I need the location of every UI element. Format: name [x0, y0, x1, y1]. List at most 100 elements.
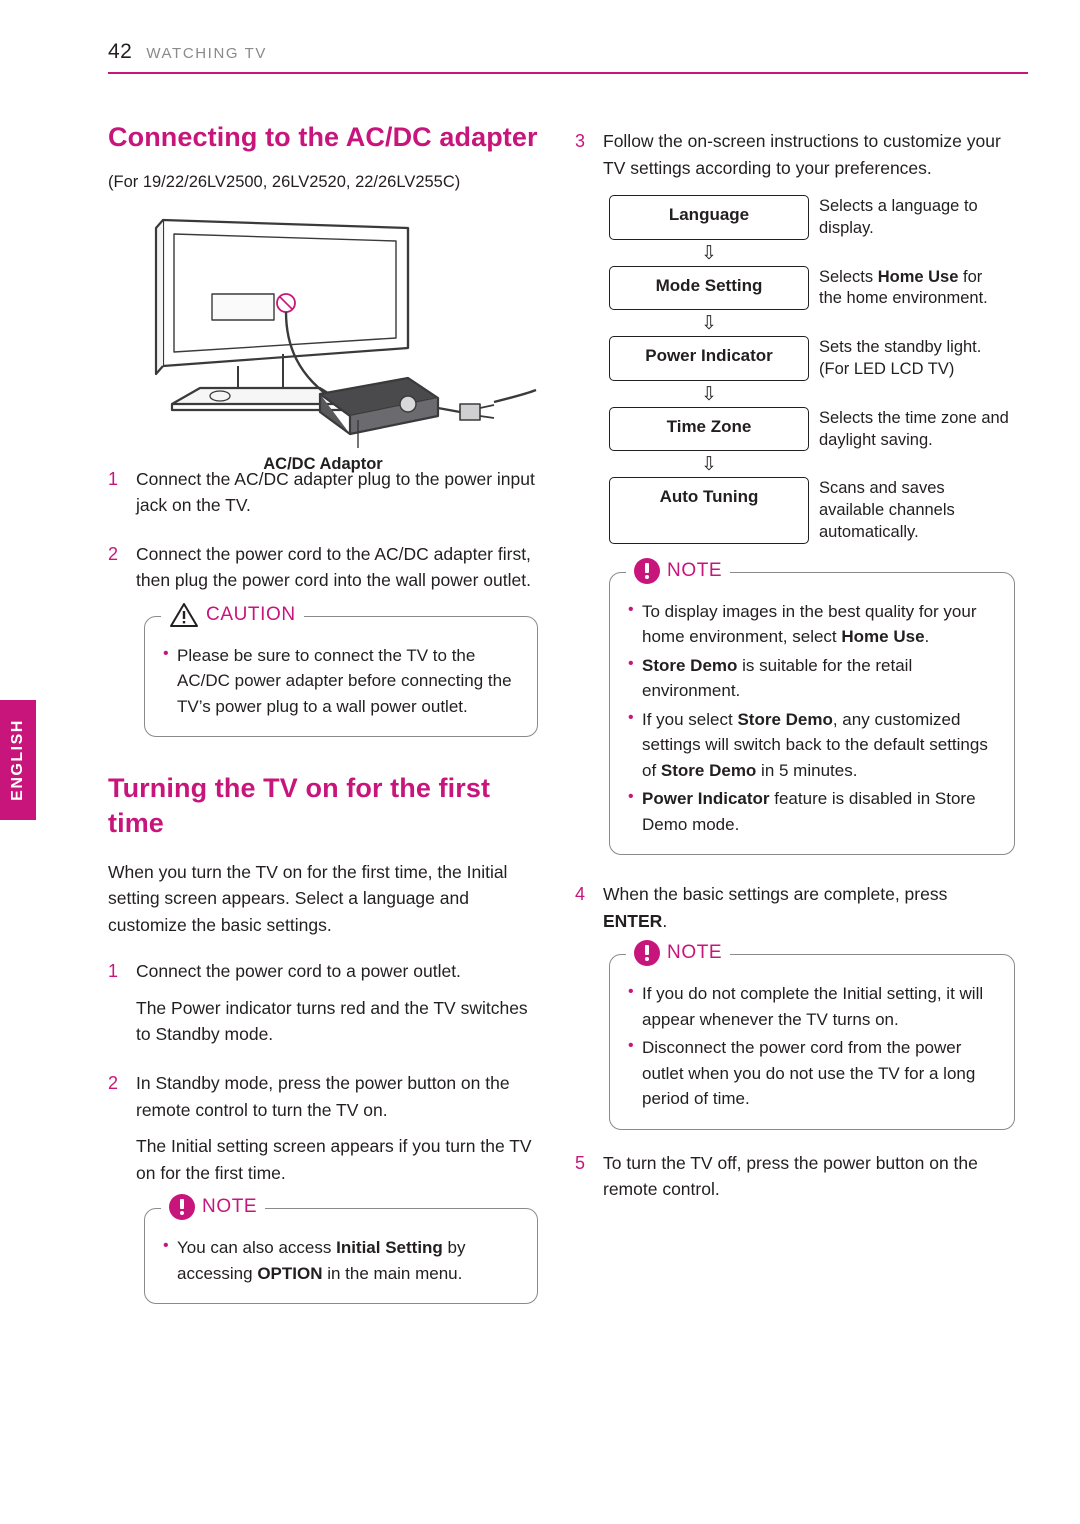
flow-desc-power-indicator: Sets the standby light. (For LED LCD TV) — [819, 338, 982, 379]
step-4-pre: When the basic settings are complete, pr… — [603, 884, 948, 905]
step-on-1-text-a: Connect the power cord to a power outlet… — [136, 961, 461, 982]
language-tab-label: ENGLISH — [9, 719, 26, 801]
step-3-text: Follow the on-screen instructions to cus… — [603, 131, 1001, 178]
flow-box-auto-tuning: Auto Tuning — [609, 477, 809, 544]
note-box-right-1: NOTE To display images in the best quali… — [609, 557, 1015, 856]
model-list: (For 19/22/26LV2500, 26LV2520, 22/26LV25… — [108, 172, 461, 191]
note-right-2-bullets: If you do not complete the Initial setti… — [628, 980, 996, 1112]
note-right-1-bullet-2: Store Demo is suitable for the retail en… — [628, 652, 996, 704]
flow-desc-auto-tuning: Scans and saves available channels autom… — [819, 479, 955, 541]
caution-bullets: Please be sure to connect the TV to the … — [163, 642, 519, 720]
flow-box-power-indicator: Power Indicator — [609, 336, 809, 381]
note-box-left: NOTE You can also access Initial Setting… — [144, 1194, 538, 1305]
flow-item-power-indicator: Power Indicator Sets the standby light. … — [609, 336, 1009, 381]
note-left-b1-bold2: OPTION — [257, 1263, 323, 1283]
note-left-label: NOTE — [202, 1196, 258, 1218]
flow-box-language: Language — [609, 195, 809, 240]
step-on-2: 2 In Standby mode, press the power butto… — [108, 1070, 538, 1186]
note-left-legend: NOTE — [161, 1194, 266, 1221]
step-3-number: 3 — [575, 131, 586, 151]
note-right-1-legend: NOTE — [626, 557, 731, 584]
step-on-2-text-b: The Initial setting screen appears if yo… — [136, 1136, 532, 1183]
step-2-text: Connect the power cord to the AC/DC adap… — [136, 543, 531, 591]
step-4-post: . — [662, 910, 668, 931]
note-right-1-bullet-1: To display images in the best quality fo… — [628, 598, 996, 650]
note-icon — [634, 557, 660, 584]
step-on-1: 1 Connect the power cord to a power outl… — [108, 958, 538, 1048]
section-title: WATCHING TV — [146, 45, 268, 62]
b3-p0: If you select — [642, 709, 738, 729]
note-right-1-label: NOTE — [667, 559, 723, 581]
note-left-b1-bold1: Initial Setting — [336, 1238, 443, 1258]
note-box-right-2: NOTE If you do not complete the Initial … — [609, 940, 1015, 1130]
caution-bullet-1: Please be sure to connect the TV to the … — [163, 642, 519, 720]
flow-item-language: Language Selects a language to display. — [609, 195, 1009, 240]
note-right-1-bullet-3: If you select Store Demo, any customized… — [628, 706, 996, 784]
b3-p4: in 5 minutes. — [756, 760, 858, 780]
note-left-b1-post: in the main menu. — [322, 1263, 463, 1283]
b2-p0: Store Demo — [642, 655, 738, 675]
note-icon — [169, 1194, 195, 1221]
step-on-1-number: 1 — [108, 961, 119, 982]
tv-adapter-illustration: AC/DC Adaptor — [108, 198, 538, 473]
turning-on-intro: When you turn the TV on for the first ti… — [108, 861, 508, 935]
flow-desc-language: Selects a language to display. — [819, 197, 978, 237]
flow-item-mode-setting: Mode Setting Selects Home Use for the ho… — [609, 265, 1009, 311]
note-left-bullet-1: You can also access Initial Setting by a… — [163, 1234, 519, 1286]
header-rule — [108, 72, 1028, 74]
note-right-2-bullet-2: Disconnect the power cord from the power… — [628, 1034, 996, 1112]
step-4: 4 When the basic settings are complete, … — [575, 881, 1015, 934]
flow-desc-mode-setting: Selects Home Use for the home environmen… — [809, 266, 1009, 311]
caution-box: CAUTION Please be sure to connect the TV… — [144, 601, 538, 738]
flow-desc-mode-bold: Home Use — [877, 267, 959, 286]
note-icon — [634, 940, 660, 967]
flow-desc-time-zone: Selects the time zone and daylight savin… — [819, 408, 1009, 449]
b1-p1: Home Use — [841, 627, 925, 647]
flow-item-time-zone: Time Zone Selects the time zone and dayl… — [609, 406, 1009, 452]
warning-triangle-icon — [170, 602, 198, 627]
heading-turning-on: Turning the TV on for the first time — [108, 773, 491, 838]
b3-p3: Store Demo — [660, 760, 757, 780]
figure-caption: AC/DC Adaptor — [263, 454, 383, 473]
flow-arrow-1: ⇩ — [701, 242, 717, 264]
caution-legend: CAUTION — [161, 601, 304, 628]
step-2-number: 2 — [108, 543, 119, 564]
b1-p2: . — [924, 627, 930, 647]
step-2: 2 Connect the power cord to the AC/DC ad… — [108, 541, 538, 594]
manual-page: 42 WATCHING TV ENGLISH Connecting to the… — [0, 0, 1080, 1524]
right-column: 3 Follow the on-screen instructions to c… — [575, 128, 1015, 1203]
step-4-bold: ENTER — [603, 910, 663, 931]
b4-p0: Power Indicator — [642, 789, 770, 809]
flow-box-time-zone: Time Zone — [609, 406, 809, 452]
flow-arrow-4: ⇩ — [701, 454, 717, 476]
step-5-number: 5 — [575, 1152, 586, 1173]
left-column: Connecting to the AC/DC adapter (For 19/… — [108, 120, 538, 1305]
note-right-2-legend: NOTE — [626, 940, 731, 967]
note-left-b1-pre: You can also access — [177, 1238, 337, 1258]
step-5-text: To turn the TV off, press the power butt… — [603, 1152, 978, 1200]
page-number: 42 — [108, 40, 133, 63]
flow-arrow-2: ⇩ — [701, 313, 717, 335]
note-right-2-label: NOTE — [667, 942, 723, 964]
b3-p1: Store Demo — [737, 709, 833, 729]
step-3: 3 Follow the on-screen instructions to c… — [575, 128, 1015, 181]
step-on-1-text-b: The Power indicator turns red and the TV… — [136, 997, 528, 1045]
heading-connecting-adapter: Connecting to the AC/DC adapter — [108, 122, 538, 152]
flow-box-mode-setting: Mode Setting — [609, 265, 809, 311]
step-4-number: 4 — [575, 884, 586, 905]
note-left-bullets: You can also access Initial Setting by a… — [163, 1234, 519, 1286]
language-tab: ENGLISH — [0, 700, 36, 820]
note-right-1-bullet-4: Power Indicator feature is disabled in S… — [628, 785, 996, 837]
note-right-1-bullets: To display images in the best quality fo… — [628, 598, 996, 838]
page-header: 42 WATCHING TV — [108, 40, 1028, 64]
step-4-text: When the basic settings are complete, pr… — [603, 881, 1015, 934]
flow-arrow-3: ⇩ — [701, 383, 717, 405]
step-on-2-text-a: In Standby mode, press the power button … — [136, 1073, 510, 1120]
step-on-2-number: 2 — [108, 1073, 119, 1094]
initial-setting-flow: Language Selects a language to display. … — [609, 195, 1009, 544]
caution-label: CAUTION — [206, 603, 296, 625]
tv-adapter-svg — [154, 218, 537, 450]
step-5: 5 To turn the TV off, press the power bu… — [575, 1150, 1015, 1203]
flow-desc-mode-pre: Selects — [819, 267, 878, 286]
note-right-2-bullet-1: If you do not complete the Initial setti… — [628, 980, 996, 1032]
